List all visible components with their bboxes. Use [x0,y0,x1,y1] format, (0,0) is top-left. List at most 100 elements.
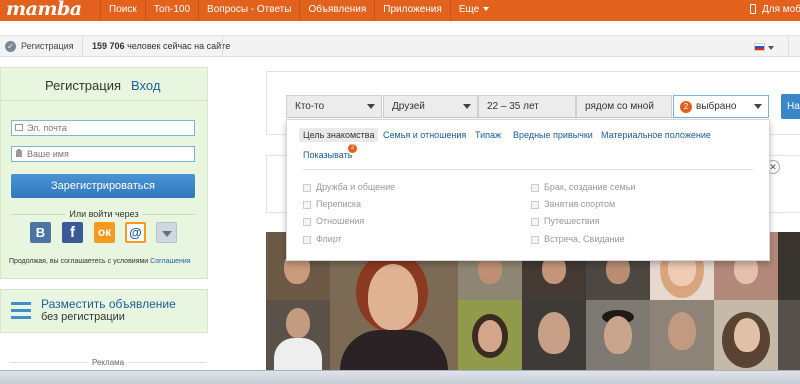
option-travel[interactable]: Путешествия [531,216,600,226]
age-from: 22 [487,101,499,112]
main-nav: Поиск Топ-100 Вопросы - Ответы Объявлени… [100,0,497,21]
online-text: человек сейчас на сайте [127,41,231,51]
option-date[interactable]: Встреча, Свидание [531,234,625,244]
nav-top100[interactable]: Топ-100 [144,0,198,21]
tab-login[interactable]: Вход [131,78,160,93]
more-social-button[interactable] [156,222,177,243]
option-sports[interactable]: Занятия спортом [531,199,615,209]
divider [788,36,789,57]
profile-photo[interactable] [778,232,800,300]
chevron-down-icon [367,104,375,109]
mailru-icon[interactable]: @ [125,222,146,243]
mamba-logo[interactable]: mamba [6,0,82,19]
filters-dropdown: Цель знакомства Семья и отношения Типаж … [286,119,770,261]
advert-label-text: Реклама [88,358,129,367]
nav-more[interactable]: Еще [449,0,497,21]
profile-photo[interactable] [650,300,714,370]
chevron-down-icon [162,231,172,237]
russian-flag-icon[interactable] [754,43,765,51]
option-flirt[interactable]: Флирт [303,234,342,244]
option-label: Переписка [316,199,362,209]
chosen-filters-select[interactable]: 2 выбрано [673,95,769,118]
mobile-link[interactable]: Для моби [750,0,800,21]
location-value: рядом со мной [585,101,654,112]
agreement-text: Продолжая, вы соглашаетесь с условиями С… [9,258,205,265]
option-label: Брак, создание семьи [544,182,636,192]
checkbox[interactable] [303,183,311,192]
name-placeholder: Ваше имя [27,149,69,159]
tab-register[interactable]: Регистрация [45,78,121,93]
option-label: Дружба и общение [316,182,396,192]
chosen-count-badge: 2 [680,101,692,113]
option-correspondence[interactable]: Переписка [303,199,361,209]
chevron-down-icon [483,7,490,12]
vk-icon[interactable]: В [30,222,51,243]
tab-wealth[interactable]: Материальное положение [601,130,711,140]
agreement-label: Продолжая, вы соглашаетесь с условиями [9,258,149,265]
tab-habits[interactable]: Вредные привычки [513,130,593,140]
nav-search[interactable]: Поиск [100,0,145,21]
profile-photo[interactable] [586,300,650,370]
checkbox[interactable] [531,217,539,226]
facebook-icon[interactable]: f [62,222,83,243]
tab-underline [1,100,207,101]
chosen-label: выбрано [696,101,737,112]
profile-photo[interactable] [714,300,778,370]
profile-photo[interactable] [522,300,586,370]
user-icon [16,149,22,157]
odnoklassniki-icon[interactable]: ок [94,222,115,243]
divider [222,36,223,57]
mail-icon [15,124,23,131]
nav-ads[interactable]: Объявления [299,0,374,21]
profile-photo[interactable] [266,300,330,370]
post-ad-panel[interactable]: Разместить объявление без регистрации [0,289,208,333]
checkbox[interactable] [531,183,539,192]
divider [143,214,195,215]
status-bar: ✓ Регистрация 159 706 человек сейчас на … [0,35,800,57]
option-label: Отношения [316,216,365,226]
option-label: Занятия спортом [544,199,616,209]
checkbox[interactable] [303,200,311,209]
profile-photo[interactable] [458,300,522,370]
phone-icon [750,4,756,15]
mobile-label: Для моби [762,4,800,15]
post-ad-link[interactable]: Разместить объявление [41,297,176,311]
checkbox[interactable] [303,235,311,244]
find-button[interactable]: Най [781,94,800,119]
goal-select[interactable]: Друзей [383,95,478,118]
location-select[interactable]: рядом со мной [576,95,672,118]
age-range-select[interactable]: 22 – 35 лет [478,95,576,118]
agreement-link[interactable]: Соглашения [150,258,190,265]
show-count-badge: 2 [348,144,357,153]
tab-goal[interactable]: Цель знакомства [299,128,379,142]
email-field[interactable]: Эл. почта [11,120,195,136]
age-unit: лет [523,101,539,112]
tab-type[interactable]: Типаж [475,130,501,140]
register-button[interactable]: Зарегистрироваться [11,174,195,198]
option-marriage[interactable]: Брак, создание семьи [531,182,635,192]
chevron-down-icon [463,104,471,109]
checkbox[interactable] [531,235,539,244]
divider [303,169,753,170]
nav-questions[interactable]: Вопросы - Ответы [198,0,299,21]
who-select[interactable]: Кто-то [286,95,382,118]
online-count: 159 706 [92,41,125,51]
tab-family[interactable]: Семья и отношения [383,130,466,140]
checkbox[interactable] [303,217,311,226]
profile-photo[interactable] [778,300,800,370]
checkbox[interactable] [531,200,539,209]
advert-label: Реклама [88,358,129,367]
tab-show[interactable]: Показывать [303,150,352,160]
option-relationship[interactable]: Отношения [303,216,364,226]
post-ad-subtitle: без регистрации [41,311,125,323]
age-to: 35 [509,101,521,112]
name-field[interactable]: Ваше имя [11,146,195,162]
chevron-down-icon [754,104,762,109]
chevron-down-icon[interactable] [768,46,774,50]
nav-apps[interactable]: Приложения [374,0,450,21]
email-placeholder: Эл. почта [27,123,67,133]
option-friendship[interactable]: Дружба и общение [303,182,395,192]
registration-link[interactable]: Регистрация [21,41,74,51]
goal-value: Друзей [392,101,425,112]
who-value: Кто-то [295,101,325,112]
